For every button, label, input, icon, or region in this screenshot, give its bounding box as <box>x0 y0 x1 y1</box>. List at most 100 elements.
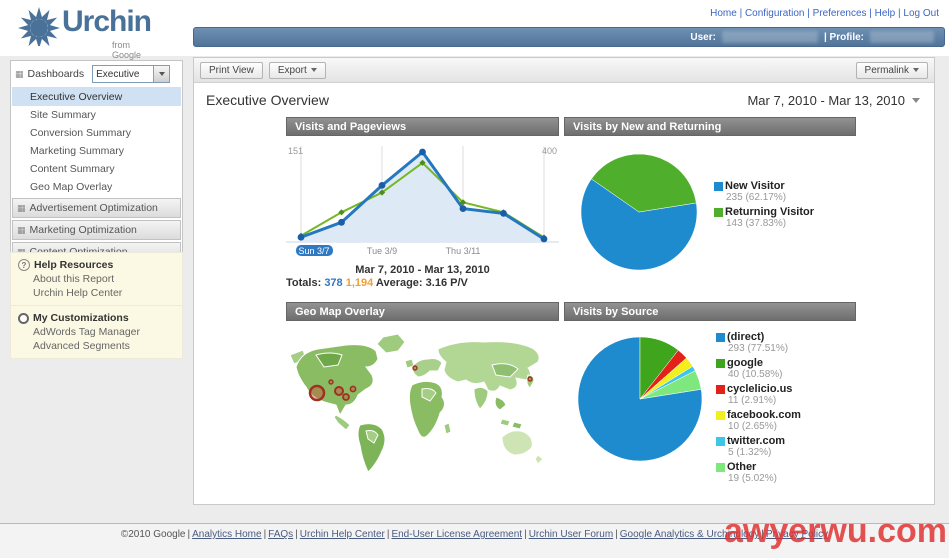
help-resources-label: Help Resources <box>34 259 113 271</box>
legend-swatch <box>716 463 725 472</box>
panel-geo-map: Geo Map Overlay <box>286 302 559 487</box>
nav-home-link[interactable]: Home <box>710 8 737 19</box>
footer-urchin-user-forum-link[interactable]: Urchin User Forum <box>522 529 613 540</box>
legend-swatch <box>714 208 723 217</box>
legend-swatch <box>716 385 725 394</box>
legend-swatch <box>716 437 725 446</box>
help-resources-title: ? Help Resources <box>18 259 175 271</box>
legend-entry: cyclelicio.us <box>716 383 801 395</box>
permalink-label: Permalink <box>865 65 909 76</box>
main-content: Print View Export Permalink Executive Ov… <box>193 57 935 505</box>
nav-logout-link[interactable]: Log Out <box>895 8 939 19</box>
user-profile-bar: User: | Profile: <box>193 27 945 47</box>
footer-analytics-home-link[interactable]: Analytics Home <box>185 529 261 540</box>
page-title: Executive Overview <box>206 92 329 108</box>
help-resources-box: ? Help Resources About this Report Urchi… <box>10 252 183 306</box>
nav-help-link[interactable]: Help <box>867 8 896 19</box>
legend-label: (direct) <box>727 331 764 343</box>
legend-label: New Visitor <box>725 180 785 192</box>
panel-header: Geo Map Overlay <box>286 302 559 321</box>
legend-value: 40 (10.58%) <box>728 369 801 380</box>
export-button[interactable]: Export <box>269 62 326 79</box>
dropdown-arrow-icon <box>153 66 169 82</box>
legend-value: 19 (5.02%) <box>728 473 801 484</box>
legend-entry: twitter.com <box>716 435 801 447</box>
panel-title: Geo Map Overlay <box>295 306 385 318</box>
dashboards-header: ▦ Dashboards Executive <box>11 61 182 87</box>
dashboards-label: Dashboards <box>28 68 85 80</box>
panel-new-returning: Visits by New and Returning New Visitor … <box>564 117 856 289</box>
legend-value: 143 (37.83%) <box>726 218 814 229</box>
chevron-down-icon <box>913 68 919 72</box>
legend-entry: Other <box>716 461 801 473</box>
legend-value: 10 (2.65%) <box>728 421 801 432</box>
sidebar-item-content-summary[interactable]: Content Summary <box>12 160 181 178</box>
urchin-help-center-link[interactable]: Urchin Help Center <box>18 285 175 299</box>
report-toolbar: Print View Export Permalink <box>194 58 934 83</box>
print-view-label: Print View <box>209 65 254 76</box>
about-this-report-link[interactable]: About this Report <box>18 271 175 285</box>
panel-title: Visits by Source <box>573 306 658 318</box>
legend-label: twitter.com <box>727 435 785 447</box>
permalink-button[interactable]: Permalink <box>856 62 928 79</box>
svg-text:400: 400 <box>542 146 557 156</box>
panel-title: Visits by New and Returning <box>573 121 721 133</box>
legend-entry: google <box>716 357 801 369</box>
my-customizations-box: My Customizations AdWords Tag Manager Ad… <box>10 305 183 359</box>
section-marketing-optimization[interactable]: ▦ Marketing Optimization <box>12 220 181 240</box>
legend-entry: (direct) <box>716 331 801 343</box>
legend-swatch <box>716 411 725 420</box>
dashboards-select[interactable]: Executive <box>92 65 170 83</box>
sidebar-item-site-summary[interactable]: Site Summary <box>12 106 181 124</box>
panel-visits-source: Visits by Source (direct) 293 (77.51%) g… <box>564 302 856 487</box>
legend-entry: facebook.com <box>716 409 801 421</box>
totals-label: Totals: <box>286 277 321 289</box>
adwords-tag-manager-link[interactable]: AdWords Tag Manager <box>18 324 175 338</box>
profile-value-redacted <box>870 31 934 43</box>
visits-pageviews-line-chart: 151400Sun 3/7Tue 3/9Thu 3/11 <box>286 140 559 260</box>
copyright: ©2010 Google <box>121 529 186 540</box>
section-advertisement-optimization[interactable]: ▦Advertisement Optimization <box>12 198 181 218</box>
grid-icon: ▦ <box>17 204 26 213</box>
dashboard-panels: Visits and Pageviews 151400Sun 3/7Tue 3/… <box>286 117 856 487</box>
urchin-logo: Urchin from Google <box>16 2 151 49</box>
profile-label: | Profile: <box>824 32 864 43</box>
brand-name: Urchin <box>62 2 151 42</box>
panel-header: Visits and Pageviews <box>286 117 559 136</box>
pageviews-total-value: 1,194 <box>346 277 374 289</box>
advanced-segments-link[interactable]: Advanced Segments <box>18 338 175 352</box>
legend-value: 11 (2.91%) <box>728 395 801 406</box>
legend-entry: Returning Visitor <box>714 206 814 218</box>
visits-total-value: 378 <box>324 277 342 289</box>
footer-faqs-link[interactable]: FAQs <box>262 529 294 540</box>
chart-totals-line: Totals: 378 1,194 Average: 3.16 P/V <box>286 277 559 289</box>
grid-icon: ▦ <box>17 226 26 235</box>
nav-preferences-link[interactable]: Preferences <box>804 8 866 19</box>
top-nav: HomeConfigurationPreferencesHelpLog Out <box>710 8 939 19</box>
sidebar-item-marketing-summary[interactable]: Marketing Summary <box>12 142 181 160</box>
sidebar-item-conversion-summary[interactable]: Conversion Summary <box>12 124 181 142</box>
visits-source-legend: (direct) 293 (77.51%) google 40 (10.58%)… <box>716 331 801 487</box>
footer-urchin-help-center-link[interactable]: Urchin Help Center <box>293 529 385 540</box>
legend-swatch <box>716 333 725 342</box>
world-map <box>286 325 559 483</box>
panel-visits-pageviews: Visits and Pageviews 151400Sun 3/7Tue 3/… <box>286 117 559 289</box>
user-value-redacted <box>722 31 818 43</box>
legend-label: google <box>727 357 763 369</box>
legend-label: cyclelicio.us <box>727 383 792 395</box>
section-label: Marketing Optimization <box>30 224 137 236</box>
sidebar-item-executive-overview[interactable]: Executive Overview <box>12 88 181 106</box>
print-view-button[interactable]: Print View <box>200 62 263 79</box>
average-label: Average: <box>376 277 423 289</box>
nav-configuration-link[interactable]: Configuration <box>737 8 805 19</box>
footer-eula-link[interactable]: End-User License Agreement <box>385 529 522 540</box>
svg-text:Sun 3/7: Sun 3/7 <box>298 246 329 256</box>
date-range-value: Mar 7, 2010 - Mar 13, 2010 <box>747 93 905 108</box>
sidebar-item-geo-map-overlay[interactable]: Geo Map Overlay <box>12 178 181 196</box>
legend-label: Returning Visitor <box>725 206 814 218</box>
watermark-text: awyerwu.com <box>724 512 947 551</box>
new-returning-pie-chart <box>564 138 714 286</box>
title-row: Executive Overview Mar 7, 2010 - Mar 13,… <box>194 83 934 110</box>
new-returning-legend: New Visitor 235 (62.17%) Returning Visit… <box>714 180 814 232</box>
date-range-selector[interactable]: Mar 7, 2010 - Mar 13, 2010 <box>747 93 920 108</box>
